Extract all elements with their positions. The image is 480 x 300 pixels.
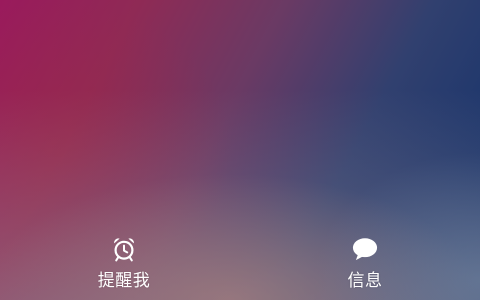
speech-bubble-icon xyxy=(352,236,378,262)
message-label: 信息 xyxy=(347,271,383,291)
remind-me-button[interactable]: 提醒我 xyxy=(79,236,169,300)
remind-me-label: 提醒我 xyxy=(97,271,151,291)
message-button[interactable]: 信息 xyxy=(320,236,410,300)
alarm-clock-icon xyxy=(111,236,137,262)
